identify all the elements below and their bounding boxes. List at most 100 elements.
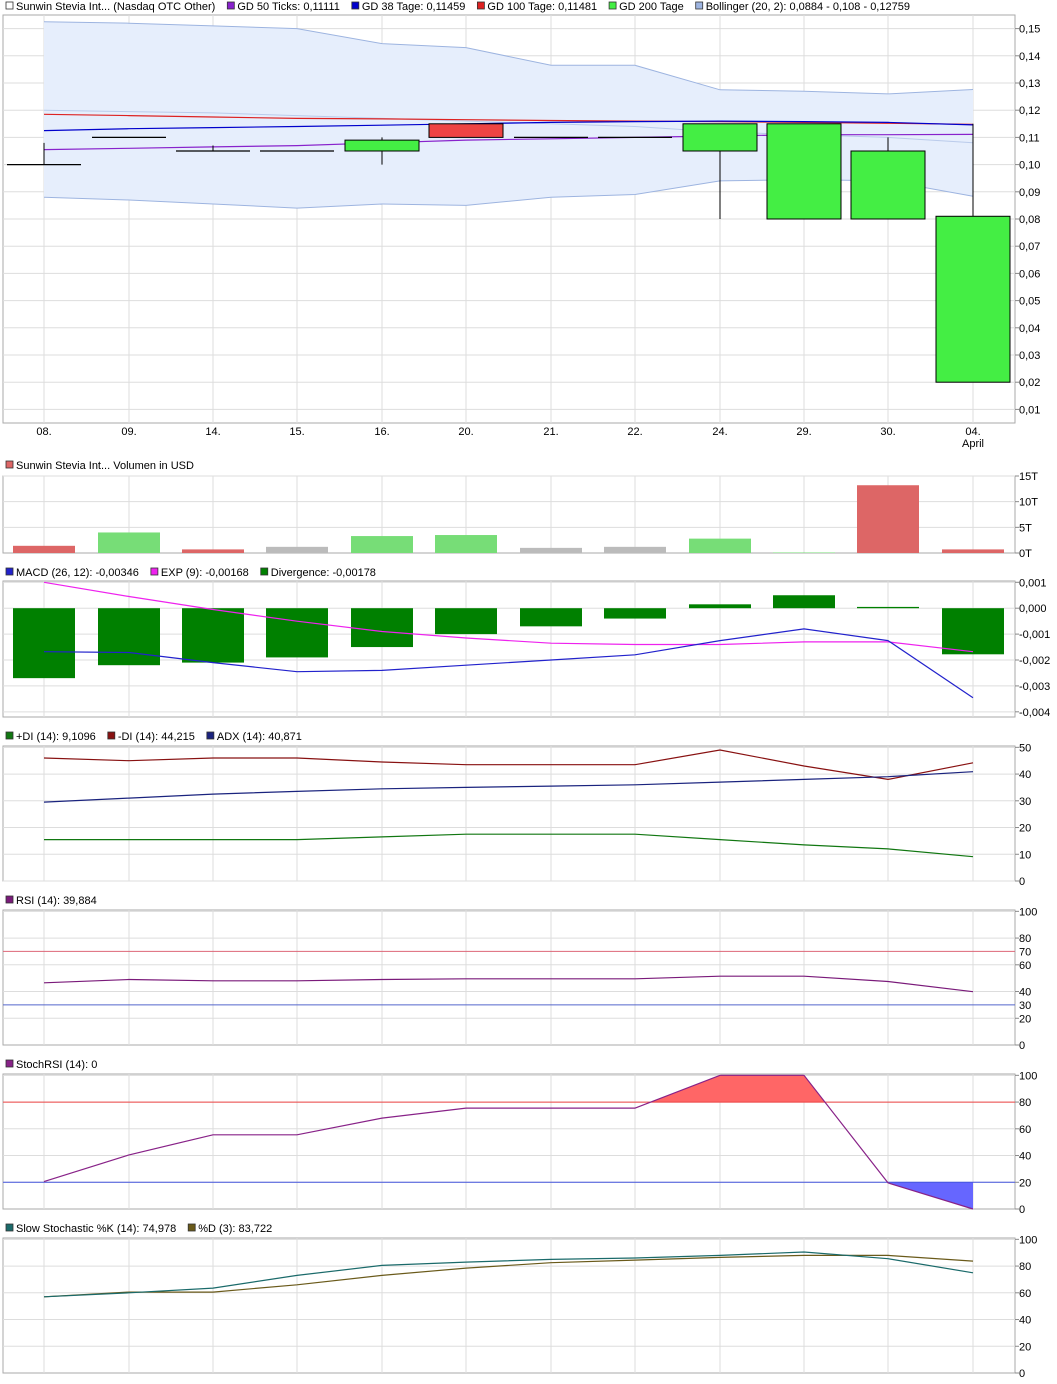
volume-bar bbox=[857, 485, 919, 553]
price-legend-swatch bbox=[476, 1, 485, 10]
macd-tick-label: -0,003 bbox=[1019, 681, 1050, 693]
stock-chart-page: 0,15 0,14 0,13 0,12 0,11 0,10 0,09 0,08 0,07 0,06… bbox=[0, 0, 1057, 1384]
divergence-bar bbox=[98, 608, 160, 666]
macd-legend-swatch bbox=[150, 567, 159, 576]
volume-bar bbox=[182, 549, 244, 553]
divergence-bar bbox=[182, 608, 244, 663]
rsi-tick-label: 0 bbox=[1019, 1040, 1025, 1052]
stochrsi-tick-label: 0 bbox=[1019, 1204, 1025, 1216]
volume-legend-label: Sunwin Stevia Int... Volumen in USD bbox=[16, 460, 194, 472]
volume-tick-label: 0T bbox=[1019, 548, 1032, 560]
price-tick-label: 0,15 bbox=[1019, 24, 1040, 36]
volume-bar bbox=[13, 545, 75, 553]
rsi-tick-label: 60 bbox=[1019, 960, 1031, 972]
macd-tick-label: 0,001 bbox=[1019, 577, 1047, 589]
candle-body bbox=[682, 123, 758, 152]
dmi-legend-label: +DI (14): 9,1096 bbox=[16, 731, 96, 743]
divergence-bar bbox=[773, 595, 835, 609]
slow-legend-label: Slow Stochastic %K (14): 74,978 bbox=[16, 1223, 176, 1235]
price-legend-label: Bollinger (20, 2): 0,0884 - 0,108 - 0,12… bbox=[706, 1, 910, 13]
macd-legend-label: MACD (26, 12): -0,00346 bbox=[16, 567, 139, 579]
price-tick-label: 0,12 bbox=[1019, 105, 1040, 117]
slow-legend-swatch bbox=[5, 1223, 14, 1232]
x-axis-month-label: April bbox=[962, 438, 984, 450]
stochrsi-tick-label: 40 bbox=[1019, 1151, 1031, 1163]
stochrsi-legend-label: StochRSI (14): 0 bbox=[16, 1059, 97, 1071]
rsi-tick-label: 80 bbox=[1019, 933, 1031, 945]
price-tick-label: 0,04 bbox=[1019, 323, 1040, 335]
candle-body bbox=[766, 123, 842, 220]
dmi-panel-frame bbox=[2, 745, 1016, 882]
x-axis-date-label: 21. bbox=[543, 426, 558, 438]
price-legend-label: GD 200 Tage bbox=[619, 1, 684, 13]
price-tick-label: 0,03 bbox=[1019, 350, 1040, 362]
rsi-tick-label: 40 bbox=[1019, 987, 1031, 999]
slow-tick-label: 0 bbox=[1019, 1368, 1025, 1380]
divergence-bar bbox=[520, 608, 582, 627]
divergence-bar bbox=[351, 608, 413, 648]
price-legend-label: GD 50 Ticks: 0,11111 bbox=[237, 1, 340, 13]
macd-legend-swatch bbox=[260, 567, 269, 576]
price-tick-label: 0,10 bbox=[1019, 160, 1040, 172]
volume-bar bbox=[435, 535, 497, 553]
x-axis-date-label: 29. bbox=[796, 426, 811, 438]
price-legend-label: GD 38 Tage: 0,11459 bbox=[362, 1, 466, 13]
macd-tick-label: -0,001 bbox=[1019, 629, 1050, 641]
price-tick-label: 0,13 bbox=[1019, 78, 1040, 90]
macd-legend-label: EXP (9): -0,00168 bbox=[161, 567, 249, 579]
macd-legend-swatch bbox=[5, 567, 14, 576]
rsi-legend-swatch bbox=[5, 895, 14, 904]
stochrsi-tick-label: 100 bbox=[1019, 1070, 1037, 1082]
stochrsi-tick-label: 60 bbox=[1019, 1124, 1031, 1136]
stochrsi-legend-swatch bbox=[5, 1059, 14, 1068]
x-axis-date-label: 22. bbox=[627, 426, 642, 438]
divergence-bar bbox=[857, 606, 919, 609]
slow-tick-label: 20 bbox=[1019, 1341, 1031, 1353]
dmi-legend-swatch bbox=[107, 731, 116, 740]
volume-bar bbox=[604, 546, 666, 553]
candle-body bbox=[850, 150, 926, 220]
divergence-bar bbox=[942, 608, 1004, 655]
dmi-legend-label: ADX (14): 40,871 bbox=[217, 731, 302, 743]
slow-legend-label: %D (3): 83,722 bbox=[198, 1223, 272, 1235]
price-tick-label: 0,02 bbox=[1019, 377, 1040, 389]
dmi-legend-swatch bbox=[5, 731, 14, 740]
price-tick-label: 0,14 bbox=[1019, 51, 1040, 63]
divergence-bar bbox=[13, 608, 75, 679]
dmi-tick-label: 0 bbox=[1019, 876, 1025, 888]
divergence-bar bbox=[435, 608, 497, 635]
x-axis-date-label: 24. bbox=[712, 426, 727, 438]
volume-bar bbox=[520, 547, 582, 553]
price-legend-label: Sunwin Stevia Int... (Nasdaq OTC Other) bbox=[16, 1, 215, 13]
x-axis-date-label: 30. bbox=[880, 426, 895, 438]
rsi-tick-label: 20 bbox=[1019, 1013, 1031, 1025]
x-axis-date-label: 20. bbox=[458, 426, 473, 438]
price-tick-label: 0,06 bbox=[1019, 268, 1040, 280]
x-axis-date-label: 15. bbox=[289, 426, 304, 438]
x-axis-date-label: 04. bbox=[965, 426, 980, 438]
price-tick-label: 0,08 bbox=[1019, 214, 1040, 226]
price-legend-swatch bbox=[226, 1, 235, 10]
volume-bar bbox=[351, 536, 413, 553]
price-legend-swatch bbox=[351, 1, 360, 10]
volume-tick-label: 5T bbox=[1019, 522, 1032, 534]
volume-legend-swatch bbox=[5, 460, 14, 469]
price-tick-label: 0,07 bbox=[1019, 241, 1040, 253]
volume-bar bbox=[98, 532, 160, 553]
price-tick-label: 0,11 bbox=[1019, 132, 1040, 144]
divergence-bar bbox=[604, 608, 666, 619]
price-legend-swatch bbox=[695, 1, 704, 10]
dmi-tick-label: 50 bbox=[1019, 742, 1031, 754]
dmi-tick-label: 40 bbox=[1019, 769, 1031, 781]
candle-body bbox=[428, 123, 504, 138]
rsi-ref70-label: 70 bbox=[1019, 946, 1031, 958]
volume-bar bbox=[942, 549, 1004, 553]
price-legend-swatch bbox=[608, 1, 617, 10]
macd-legend-label: Divergence: -0,00178 bbox=[271, 567, 376, 579]
dmi-legend-swatch bbox=[206, 731, 215, 740]
stock-chart-svg: 0,15 0,14 0,13 0,12 0,11 0,10 0,09 0,08 0,07 0,06… bbox=[2, 1, 1050, 1380]
price-legend-label: GD 100 Tage: 0,11481 bbox=[487, 1, 597, 13]
dmi-tick-label: 10 bbox=[1019, 849, 1031, 861]
slow-tick-label: 100 bbox=[1019, 1234, 1037, 1246]
macd-tick-label: 0,000 bbox=[1019, 603, 1047, 615]
